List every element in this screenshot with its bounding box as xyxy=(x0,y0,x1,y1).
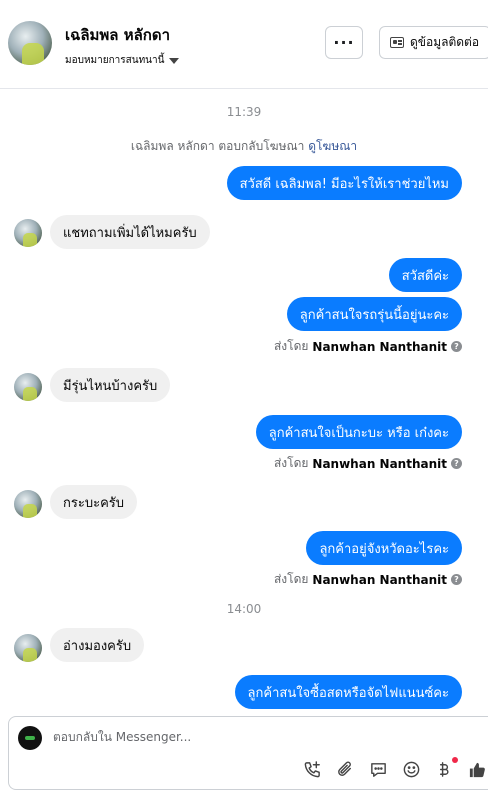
page-avatar xyxy=(18,726,42,750)
message-bubble-incoming[interactable]: กระบะครับ xyxy=(50,485,138,519)
sent-by-name: Nanwhan Nanthanit xyxy=(312,339,447,354)
message-bubble-outgoing[interactable]: ลูกค้าสนใจซื้อสดหรือจัดไฟแนนซ์คะ xyxy=(234,675,462,709)
message-bubble-outgoing[interactable]: ลูกค้าอยู่จังหวัดอะไรคะ xyxy=(306,531,462,565)
contact-avatar-small xyxy=(14,490,42,518)
message-bubble-outgoing[interactable]: ลูกค้าสนใจรถรุ่นนี้อยู่นะคะ xyxy=(286,297,462,331)
baht-payment-icon[interactable] xyxy=(435,757,458,779)
message-bubble-incoming[interactable]: แชทถามเพิ่มได้ไหมครับ xyxy=(50,215,210,249)
message-bubble-outgoing[interactable]: ลูกค้าสนใจเป็นกะบะ หรือ เก๋งคะ xyxy=(255,415,462,449)
assign-label: มอบหมายการสนทนานี้ xyxy=(65,55,165,66)
ad-reply-note: เฉลิมพล หลักดา ตอบกลับโฆษณา ดูโฆษณา xyxy=(0,137,488,156)
sent-by-name: Nanwhan Nanthanit xyxy=(312,456,447,471)
message-bubble-incoming[interactable]: อ่างมองครับ xyxy=(50,628,145,662)
message-bubble-outgoing[interactable]: สวัสดีค่ะ xyxy=(388,258,462,292)
view-contact-info-label: ดูข้อมูลติดต่อ xyxy=(410,35,480,49)
ad-reply-text: เฉลิมพล หลักดา ตอบกลับโฆษณา xyxy=(130,139,305,153)
timestamp: 14:00 xyxy=(226,602,262,616)
sent-by-prefix: ส่งโดย xyxy=(273,572,309,586)
sent-by-prefix: ส่งโดย xyxy=(273,456,309,470)
caret-down-icon xyxy=(169,57,180,64)
contact-card-icon xyxy=(390,37,404,48)
message-bubble-outgoing[interactable]: สวัสดี เฉลิมพล! มีอะไรให้เราช่วยไหม xyxy=(226,166,462,200)
contact-name[interactable]: เฉลิมพล หลักดา xyxy=(65,23,170,47)
sent-by-line: ส่งโดย Nanwhan Nanthanit ? xyxy=(274,454,462,473)
notification-dot xyxy=(452,757,458,763)
sent-by-prefix: ส่งโดย xyxy=(273,339,309,353)
reply-input[interactable] xyxy=(53,730,353,744)
message-bubble-incoming[interactable]: มีรุ่นไหนบ้างครับ xyxy=(50,368,171,402)
composer-toolbar xyxy=(303,757,487,779)
timestamp: 11:39 xyxy=(226,105,262,119)
saved-reply-icon[interactable] xyxy=(369,760,388,779)
emoji-icon[interactable] xyxy=(402,760,421,779)
sent-by-line: ส่งโดย Nanwhan Nanthanit ? xyxy=(274,570,462,589)
view-ad-link[interactable]: ดูโฆษณา xyxy=(308,139,357,153)
contact-avatar-small xyxy=(14,219,42,247)
thumbs-up-icon[interactable] xyxy=(468,760,487,779)
question-icon[interactable]: ? xyxy=(451,458,462,469)
contact-avatar[interactable] xyxy=(8,21,52,65)
conversation-header: เฉลิมพล หลักดา มอบหมายการสนทนานี้ ··· ดู… xyxy=(0,0,488,89)
add-call-icon[interactable] xyxy=(303,760,322,779)
question-icon[interactable]: ? xyxy=(451,574,462,585)
question-icon[interactable]: ? xyxy=(451,341,462,352)
more-options-button[interactable]: ··· xyxy=(325,26,363,59)
sent-by-name: Nanwhan Nanthanit xyxy=(312,572,447,587)
attachment-icon[interactable] xyxy=(336,760,355,779)
contact-avatar-small xyxy=(14,634,42,662)
reply-composer xyxy=(8,716,488,790)
view-contact-info-button[interactable]: ดูข้อมูลติดต่อ xyxy=(379,26,488,59)
assign-conversation-dropdown[interactable]: มอบหมายการสนทนานี้ xyxy=(65,53,180,68)
message-thread[interactable]: 11:39 เฉลิมพล หลักดา ตอบกลับโฆษณา ดูโฆษณ… xyxy=(0,89,488,715)
sent-by-line: ส่งโดย Nanwhan Nanthanit ? xyxy=(274,337,462,356)
contact-avatar-small xyxy=(14,373,42,401)
